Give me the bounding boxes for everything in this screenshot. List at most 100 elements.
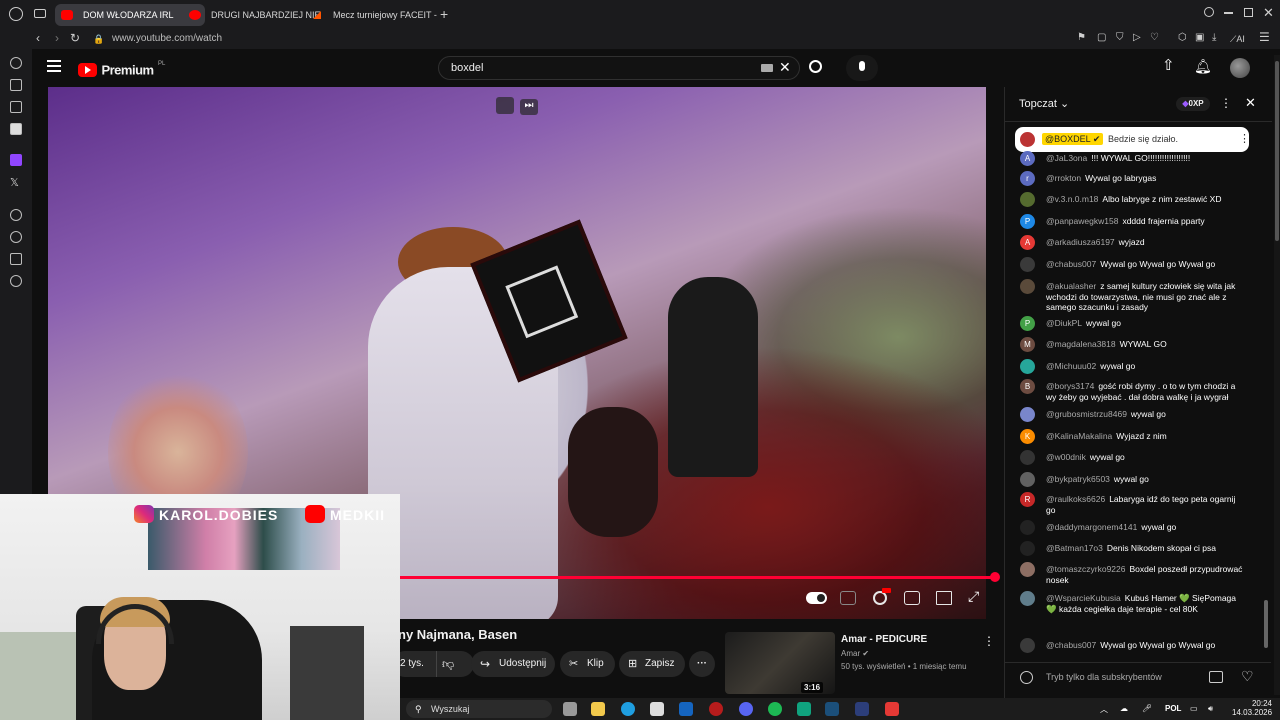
pinned-message[interactable]: @BOXDEL ✔ Bedzie się działo. ⋮ — [1015, 127, 1250, 152]
chat-scrollbar[interactable] — [1264, 600, 1268, 648]
like-count[interactable]: 2 tys. — [400, 651, 424, 677]
chat-author[interactable]: @DiukPL — [1046, 318, 1082, 328]
save-button[interactable]: ⊞ Zapisz — [619, 651, 685, 677]
taskbar-search[interactable]: ⚲ Wyszukaj — [406, 700, 552, 718]
tray-chevron-icon[interactable]: ︿ — [1100, 704, 1108, 715]
progress-scrubber[interactable] — [990, 572, 1000, 582]
ai-button[interactable]: ⟋AI — [1230, 32, 1245, 46]
dislike-icon[interactable]: 👎︎ — [442, 651, 454, 677]
chat-author[interactable]: @v.3.n.0.m18 — [1046, 194, 1098, 204]
recommended-more-icon[interactable]: ⋮ — [983, 634, 995, 648]
tray-ethernet-icon[interactable]: ▭ — [1190, 704, 1198, 713]
back-icon[interactable]: ‹ — [36, 31, 40, 45]
sidebar-settings-icon[interactable] — [10, 275, 22, 287]
clear-search-icon[interactable]: ✕ — [779, 60, 791, 74]
chat-message[interactable]: B @borys3174 gość robi dymy . o to w tym c… — [1020, 379, 1248, 404]
next-video-icon[interactable]: ⏭ — [520, 99, 538, 115]
chat-message[interactable]: @v.3.n.0.m18 Albo labryge z nim zestawić … — [1020, 192, 1248, 207]
chat-message[interactable]: P @panpawegkw158 xdddd frajernia pparty — [1020, 214, 1248, 229]
sidebar-m-icon[interactable] — [10, 123, 22, 135]
search-icon[interactable] — [809, 60, 822, 73]
sidebar-extensions-icon[interactable] — [10, 253, 22, 265]
upload-icon[interactable]: ⇧ — [1162, 58, 1175, 73]
new-tab-icon[interactable]: + — [440, 7, 448, 21]
theater-mode-icon[interactable] — [904, 591, 920, 605]
recommended-title[interactable]: Amar - PEDICURE — [841, 634, 927, 645]
hamburger-menu-icon[interactable] — [47, 60, 61, 72]
chatgpt-icon[interactable] — [797, 702, 811, 716]
download-icon[interactable]: ⤓ — [1212, 31, 1216, 45]
cast-icon[interactable] — [936, 591, 952, 605]
chat-author[interactable]: @bykpatryk6503 — [1046, 474, 1110, 484]
chat-author[interactable]: @magdalena3818 — [1046, 339, 1116, 349]
chat-author[interactable]: @akualasher — [1046, 281, 1096, 291]
chat-author[interactable]: @Batman17o3 — [1046, 543, 1103, 553]
tray-volume-icon[interactable]: 🔊︎ — [1208, 704, 1213, 714]
sidebar-x-icon[interactable]: 𝕏 — [10, 176, 19, 190]
recommended-channel[interactable]: Amar ✔ — [841, 649, 869, 658]
points-badge[interactable]: ◆0XP — [1176, 97, 1210, 111]
edge-icon[interactable] — [621, 702, 635, 716]
chat-message[interactable]: M @magdalena3818 WYWAL GO — [1020, 337, 1248, 352]
chat-message[interactable]: @daddymargonem4141 wywal go — [1020, 520, 1248, 535]
opera-icon[interactable] — [709, 702, 723, 716]
chat-message[interactable]: @w00dnik wywal go — [1020, 450, 1248, 465]
share-button[interactable]: ↪ Udostępnij — [471, 651, 555, 677]
sidebar-history-icon[interactable] — [10, 231, 22, 243]
player-icon[interactable]: ▷ — [1133, 31, 1141, 45]
tab-3[interactable]: Mecz turniejowy FACEIT - — [305, 4, 461, 26]
search-input[interactable]: boxdel — [438, 56, 800, 80]
task-view-icon[interactable] — [563, 702, 577, 716]
reload-icon[interactable]: ↻ — [70, 31, 80, 45]
snapshot-icon[interactable]: ▢ — [1097, 31, 1106, 45]
store-icon[interactable] — [650, 702, 664, 716]
chat-message[interactable]: K @KalinaMakalina Wyjazd z nim — [1020, 429, 1248, 444]
more-actions-icon[interactable]: ··· — [689, 651, 715, 677]
youtube-logo[interactable]: Premium PL — [78, 61, 165, 79]
heart-reaction-icon[interactable]: ♡ — [1241, 669, 1254, 683]
fullscreen-icon[interactable]: ⤢ — [968, 589, 979, 603]
sidebar-notes-icon[interactable] — [10, 101, 22, 113]
chat-message[interactable]: @WsparcieKubusia Kubuś Hamer 💚 SięPomaga … — [1020, 591, 1248, 627]
sidebar-aria-icon[interactable] — [10, 79, 22, 91]
chat-message[interactable]: @Batman17o3 Denis Nikodem skopał ci psa — [1020, 541, 1248, 556]
chat-author[interactable]: @chabus007 — [1046, 259, 1096, 269]
chat-author[interactable]: @WsparcieKubusia — [1046, 593, 1121, 603]
chat-author[interactable]: @Michuuu02 — [1046, 361, 1096, 371]
progress-bar[interactable] — [400, 576, 996, 579]
super-chat-icon[interactable] — [1209, 671, 1223, 683]
settings-gear-icon[interactable] — [873, 591, 887, 605]
chat-message[interactable]: R @raulkoks6626 Labaryga idź do tego peta … — [1020, 492, 1248, 517]
chat-author[interactable]: @grubosmistrzu8469 — [1046, 409, 1127, 419]
chat-author[interactable]: @KalinaMakalina — [1046, 431, 1112, 441]
app-icon[interactable] — [855, 702, 869, 716]
sidebar-feed-icon[interactable] — [10, 57, 22, 69]
keyboard-icon[interactable] — [761, 64, 773, 72]
chat-author[interactable]: @panpawegkw158 — [1046, 216, 1118, 226]
steam-icon[interactable] — [825, 702, 839, 716]
bookmark-icon[interactable]: ⚑ — [1077, 31, 1086, 45]
url-field[interactable]: www.youtube.com/watch — [112, 32, 222, 46]
chat-author[interactable]: @daddymargonem4141 — [1046, 522, 1137, 532]
outlook-icon[interactable] — [679, 702, 693, 716]
minimize-icon[interactable] — [1224, 12, 1233, 14]
tray-network-icon[interactable]: ☁ — [1120, 704, 1128, 713]
chat-mode-dropdown[interactable]: Topczat ⌄ — [1019, 97, 1069, 110]
chat-author[interactable]: @w00dnik — [1046, 452, 1086, 462]
avatar[interactable] — [1230, 58, 1250, 78]
brave-icon[interactable] — [885, 702, 899, 716]
subtitles-icon[interactable] — [840, 591, 856, 605]
tray-clock[interactable]: 20:24 14.03.2026 — [1232, 699, 1272, 717]
sidebar-twitch-icon[interactable] — [10, 154, 22, 166]
pinned-more-icon[interactable]: ⋮ — [1239, 132, 1250, 145]
chat-message[interactable]: @akualasher z samej kultury człowiek się … — [1020, 279, 1248, 315]
chat-message[interactable]: P @DiukPL wywal go — [1020, 316, 1248, 331]
autoplay-toggle[interactable] — [806, 592, 827, 604]
chat-message[interactable]: A @arkadiusza6197 wyjazd — [1020, 235, 1248, 250]
easy-setup-icon[interactable]: ☰ — [1259, 30, 1270, 44]
chat-author[interactable]: @JaL3ona — [1046, 153, 1087, 163]
shield-icon[interactable]: ⛉ — [1116, 31, 1124, 45]
notifications-bell-icon[interactable]: 🔔︎ — [1194, 59, 1212, 73]
chat-message[interactable]: @Michuuu02 wywal go — [1020, 359, 1248, 374]
sidebar-player-icon[interactable] — [10, 209, 22, 221]
